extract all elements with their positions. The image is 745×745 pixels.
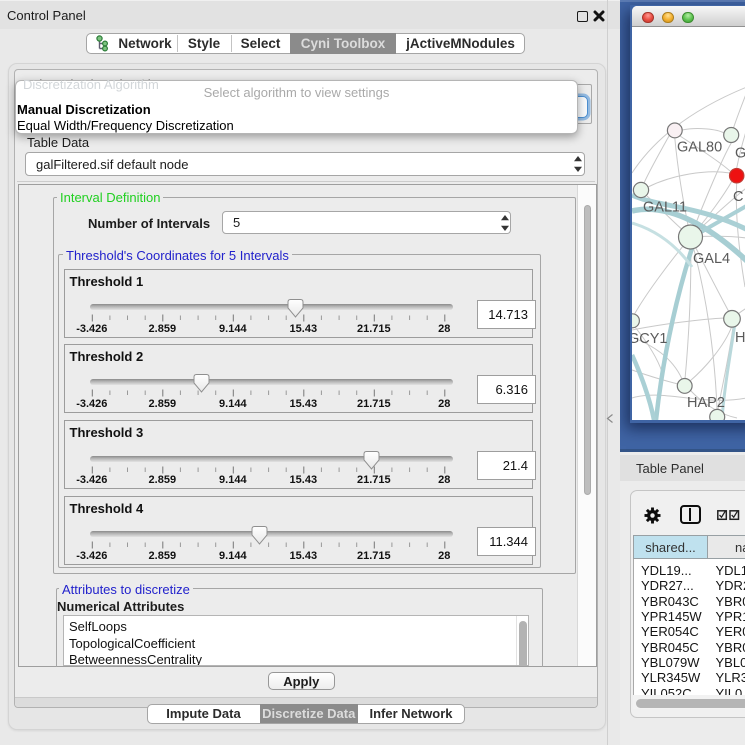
svg-text:GAL4: GAL4	[693, 251, 730, 267]
svg-text:H: H	[735, 330, 745, 346]
svg-text:GCY1: GCY1	[632, 331, 668, 347]
svg-text:GAL11: GAL11	[643, 200, 687, 216]
svg-text:GAL80: GAL80	[677, 140, 722, 156]
svg-text:HAP2: HAP2	[687, 395, 725, 411]
svg-text:GA: GA	[735, 146, 745, 162]
svg-text:C: C	[733, 189, 743, 205]
